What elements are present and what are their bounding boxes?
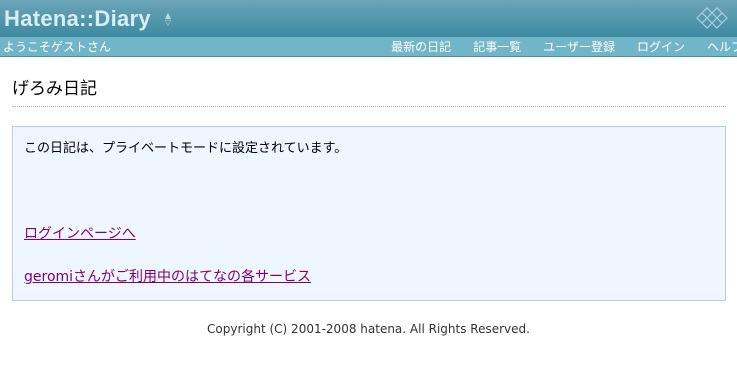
navigation-bar: ようこそゲストさん 最新の日記 記事一覧 ユーザー登録 ログイン ヘルプ	[0, 37, 737, 57]
header-banner: Hatena::Diary ▲ ▽	[0, 0, 737, 37]
diary-title: げろみ日記	[12, 79, 97, 99]
hatena-diamond-icon	[696, 7, 728, 29]
welcome-message: ようこそゲストさん	[3, 40, 112, 54]
login-page-link[interactable]: ログインページへ	[24, 225, 136, 243]
nav-link-latest-diaries[interactable]: 最新の日記	[391, 39, 451, 55]
toggle-down-glyph: ▽	[164, 18, 172, 27]
nav-link-login[interactable]: ログイン	[637, 39, 685, 55]
private-mode-notice: この日記は、プライベートモードに設定されています。 ログインページへ gerom…	[12, 126, 726, 301]
title-divider	[12, 106, 726, 107]
user-services-link[interactable]: geromiさんがご利用中のはてなの各サービス	[24, 268, 311, 286]
copyright-footer: Copyright (C) 2001-2008 hatena. All Righ…	[207, 322, 530, 336]
nav-link-help[interactable]: ヘルプ	[707, 39, 737, 55]
nav-link-article-list[interactable]: 記事一覧	[473, 39, 521, 55]
nav-link-user-registration[interactable]: ユーザー登録	[543, 39, 615, 55]
nav-links: 最新の日記 記事一覧 ユーザー登録 ログイン ヘルプ	[369, 39, 737, 55]
private-mode-message: この日記は、プライベートモードに設定されています。	[24, 141, 348, 156]
hatena-diary-logo[interactable]: Hatena::Diary	[4, 6, 151, 32]
service-switcher-icon[interactable]: ▲ ▽	[163, 12, 173, 28]
